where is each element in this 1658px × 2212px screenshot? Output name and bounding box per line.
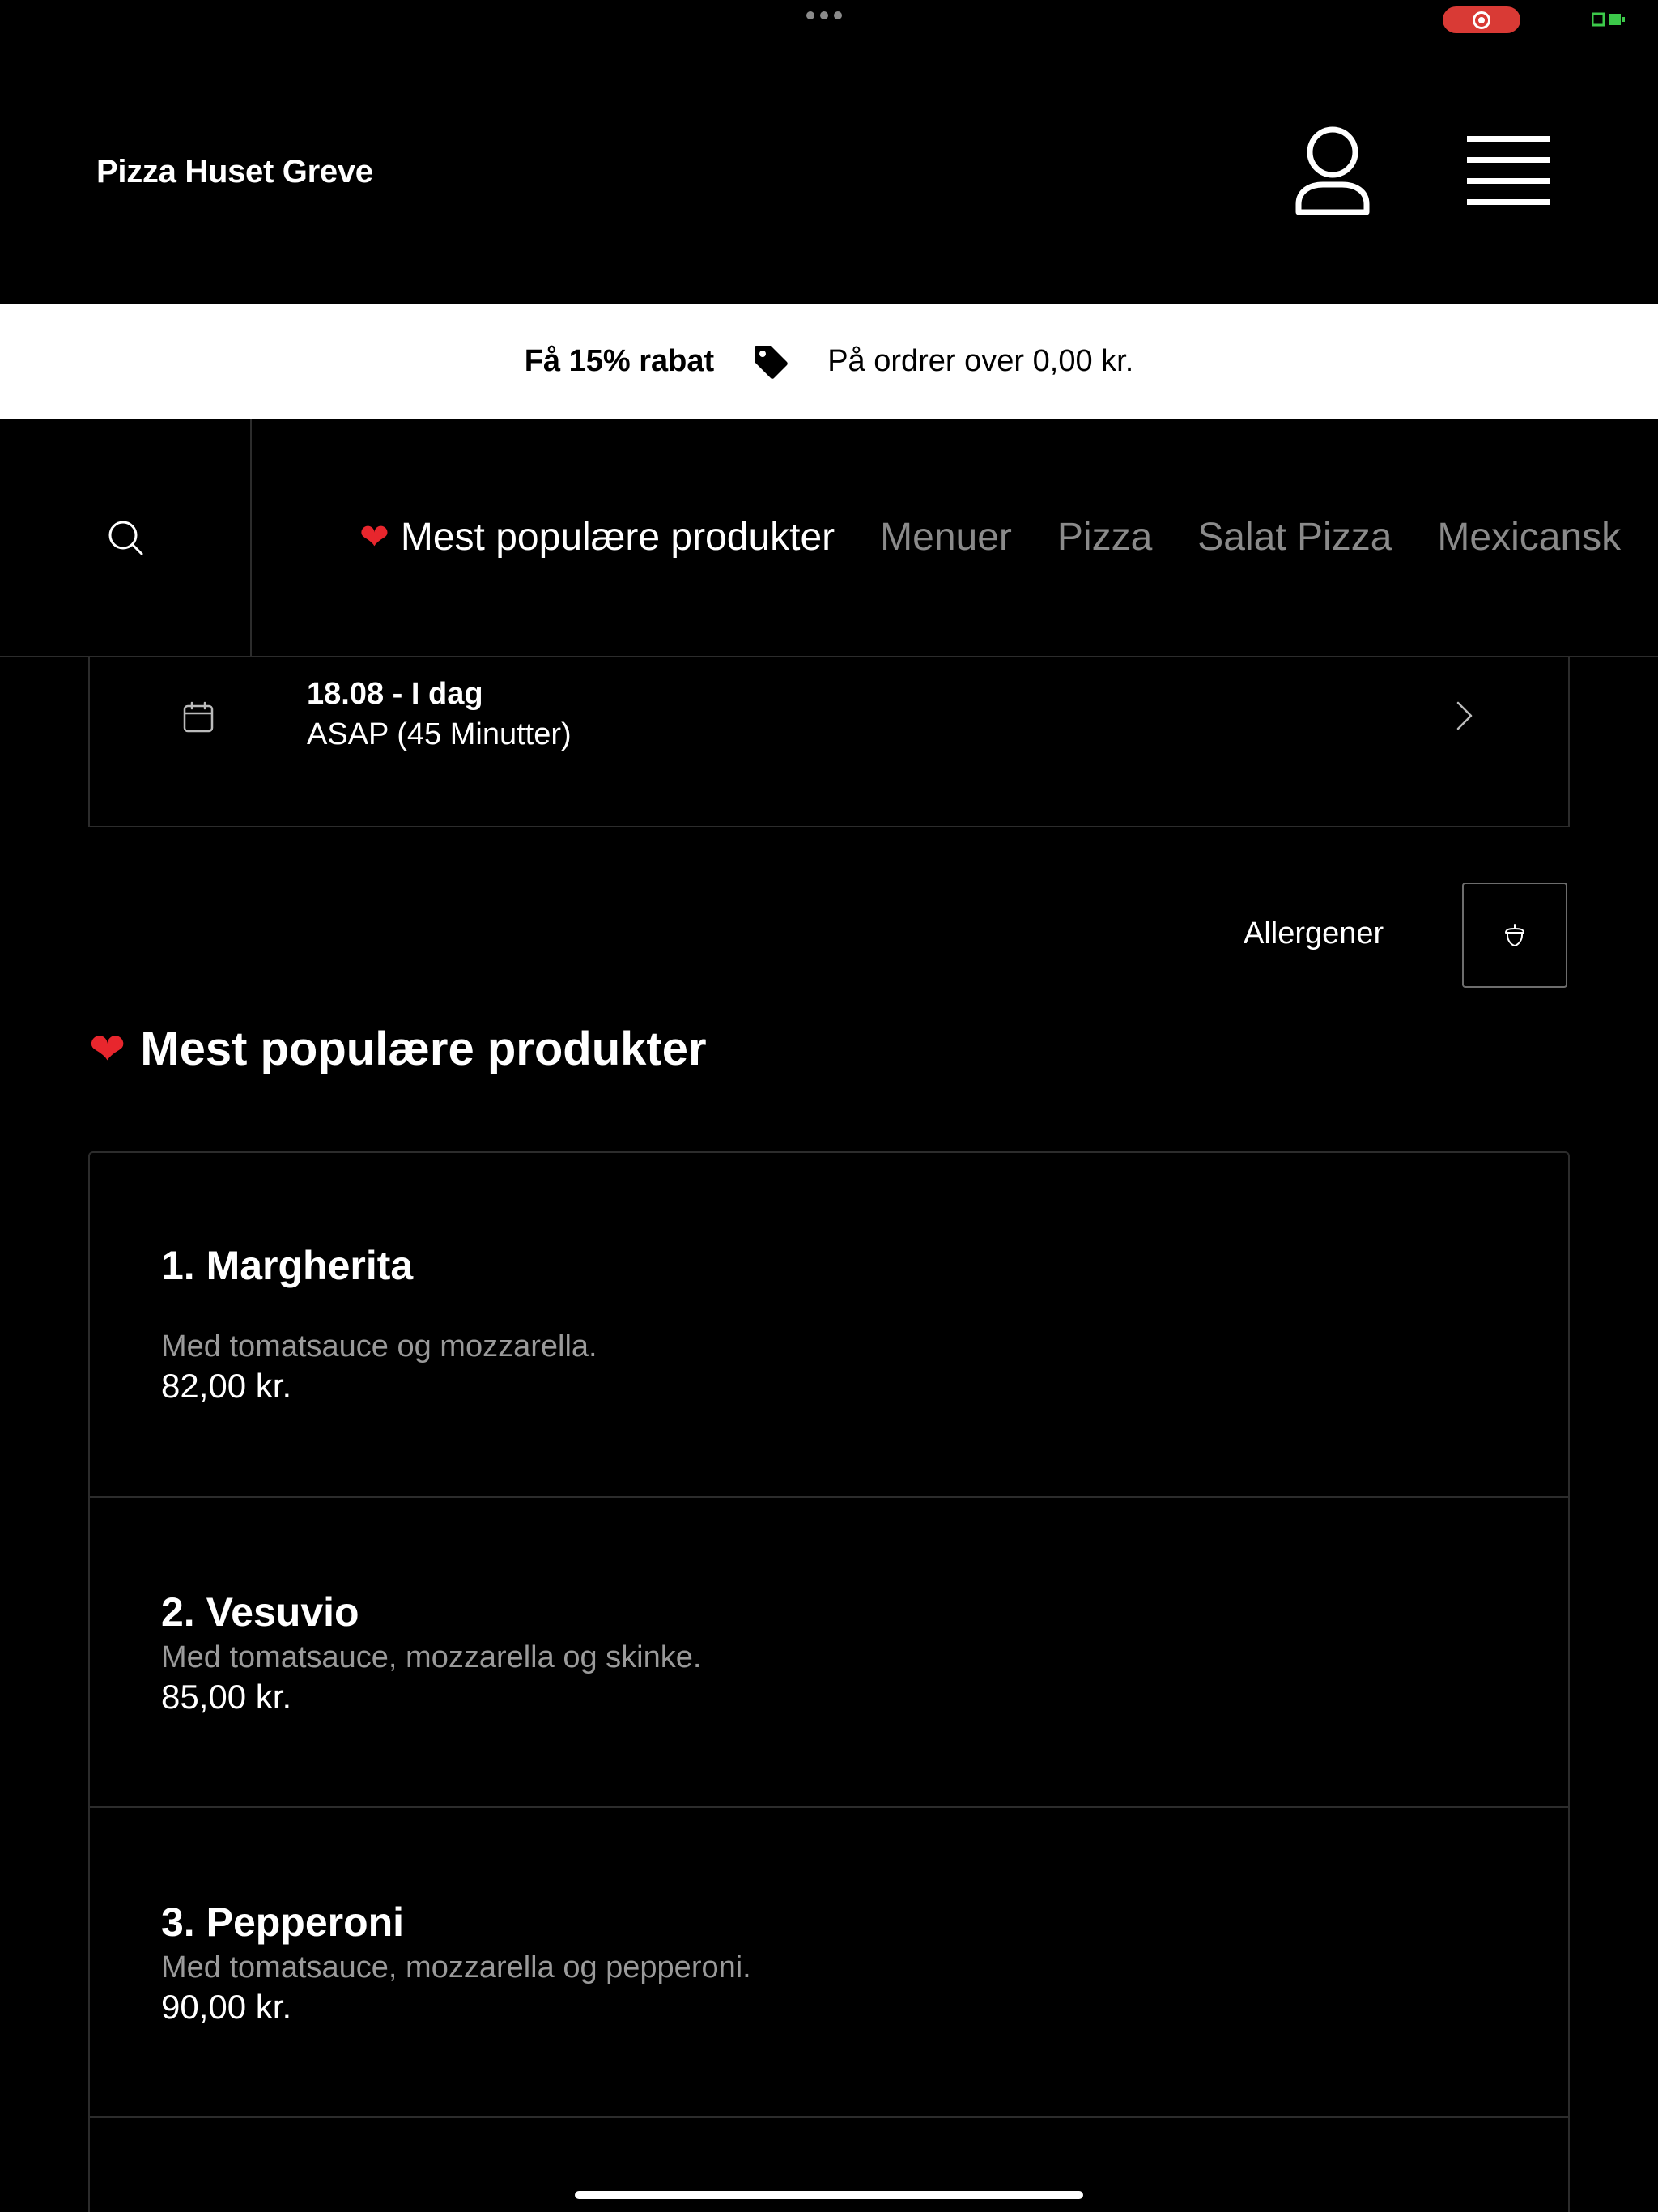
tab-mexicansk[interactable]: Mexicansk — [1437, 515, 1621, 559]
tab-salat-pizza[interactable]: Salat Pizza — [1197, 515, 1392, 559]
hamburger-menu-icon[interactable] — [1467, 136, 1550, 206]
chevron-right-icon — [1456, 701, 1473, 730]
product-list: 1. Margherita Med tomatsauce og mozzarel… — [88, 1151, 1570, 2212]
section-heading: ❤ Mest populære produkter — [89, 1022, 707, 1076]
delivery-date: 18.08 - I dag — [307, 677, 483, 711]
acorn-icon — [1505, 924, 1524, 946]
calendar-icon — [183, 701, 214, 733]
discount-detail: På ordrer over 0,00 kr. — [827, 344, 1134, 378]
product-item[interactable]: 2. Vesuvio Med tomatsauce, mozzarella og… — [90, 1498, 1568, 1808]
product-name: 1. Margherita — [161, 1243, 414, 1288]
site-header: Pizza Huset Greve — [0, 0, 1658, 304]
search-button[interactable] — [0, 419, 252, 656]
allergens-filter-button[interactable] — [1462, 883, 1567, 988]
product-price: 82,00 kr. — [161, 1367, 292, 1405]
product-price: 85,00 kr. — [161, 1678, 292, 1716]
product-name: 3. Pepperoni — [161, 1899, 405, 1945]
product-item[interactable]: 3. Pepperoni Med tomatsauce, mozzarella … — [90, 1808, 1568, 2118]
tab-menuer[interactable]: Menuer — [880, 515, 1012, 559]
delivery-time-selector[interactable]: 18.08 - I dag ASAP (45 Minutter) — [88, 657, 1570, 827]
tab-label: Salat Pizza — [1197, 516, 1392, 559]
user-icon[interactable] — [1294, 126, 1371, 217]
tab-label: Menuer — [880, 516, 1012, 559]
delivery-eta: ASAP (45 Minutter) — [307, 717, 572, 751]
tab-pizza[interactable]: Pizza — [1057, 515, 1152, 559]
brand-title[interactable]: Pizza Huset Greve — [96, 154, 373, 190]
heart-icon: ❤ — [89, 1023, 126, 1074]
product-item[interactable]: 1. Margherita Med tomatsauce og mozzarel… — [90, 1153, 1568, 1498]
product-description: Med tomatsauce, mozzarella og skinke. — [161, 1640, 702, 1674]
discount-banner: Få 15% rabat På ordrer over 0,00 kr. — [0, 304, 1658, 419]
product-description: Med tomatsauce, mozzarella og pepperoni. — [161, 1950, 751, 1984]
home-indicator[interactable] — [575, 2191, 1083, 2199]
product-description: Med tomatsauce og mozzarella. — [161, 1329, 597, 1363]
heart-icon: ❤ — [359, 517, 389, 558]
search-icon — [108, 521, 142, 555]
tab-label: Mexicansk — [1437, 516, 1622, 559]
section-title: Mest populære produkter — [140, 1023, 707, 1075]
category-tabs: ❤ Mest populære produkter Menuer Pizza S… — [359, 419, 1658, 656]
tag-icon — [755, 345, 788, 379]
product-price: 90,00 kr. — [161, 1988, 292, 2026]
allergens-label[interactable]: Allergener — [1244, 917, 1384, 951]
category-nav: ❤ Mest populære produkter Menuer Pizza S… — [0, 419, 1658, 657]
tab-most-popular[interactable]: ❤ Mest populære produkter — [359, 515, 835, 559]
discount-headline: Få 15% rabat — [524, 344, 715, 378]
product-name: 2. Vesuvio — [161, 1589, 359, 1635]
tab-label: Pizza — [1056, 516, 1153, 559]
app-screen: Pizza Huset Greve Få 15% rabat På ordrer… — [0, 0, 1658, 2212]
tab-label: Mest populære produkter — [400, 516, 835, 559]
